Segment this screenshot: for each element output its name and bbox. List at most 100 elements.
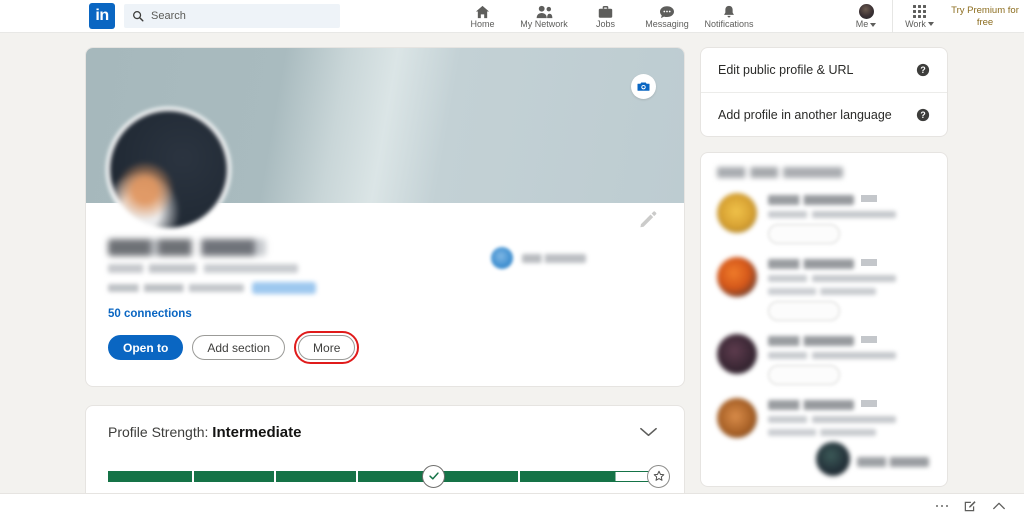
progress-segment	[108, 470, 192, 482]
profile-details: 50 connections Open to Add section More	[86, 203, 684, 386]
list-item[interactable]	[701, 398, 947, 442]
camera-icon	[637, 82, 650, 91]
nav-links: Home My Network Jobs Messaging Notificat…	[452, 0, 760, 33]
ellipsis-icon	[935, 504, 948, 508]
star-icon	[653, 470, 664, 481]
right-sidebar: Edit public profile & URL ? Add profile …	[700, 47, 948, 487]
add-section-button[interactable]: Add section	[192, 335, 286, 360]
contact-info-link-redacted[interactable]	[252, 282, 316, 294]
search-input[interactable]: Search	[124, 4, 340, 28]
people-icon	[536, 4, 553, 19]
nav-label-messaging: Messaging	[645, 19, 689, 29]
list-item-subtitle-redacted	[768, 275, 896, 282]
overlay-avatar-redacted	[816, 442, 850, 476]
edit-profile-pencil-icon[interactable]	[638, 209, 658, 229]
compose-button[interactable]	[963, 499, 977, 513]
people-also-viewed-title-redacted	[717, 167, 843, 178]
list-item[interactable]	[701, 257, 947, 321]
nav-label-my-network: My Network	[520, 19, 568, 29]
list-item-content-redacted	[768, 334, 933, 385]
work-text: Work	[905, 18, 926, 29]
bell-icon	[722, 4, 736, 19]
svg-text:?: ?	[920, 110, 925, 120]
list-item-degree-redacted	[861, 336, 877, 343]
progress-track	[108, 464, 670, 488]
sidebar-label-add-language: Add profile in another language	[718, 107, 892, 122]
sidebar-item-add-language[interactable]: Add profile in another language ?	[701, 92, 947, 136]
top-navigation-bar: in Search Home My Network Jobs Messaging…	[0, 0, 1024, 33]
nav-label-home: Home	[470, 19, 495, 29]
briefcase-icon	[598, 4, 613, 19]
avatar	[717, 398, 757, 438]
connections-link[interactable]: 50 connections	[108, 308, 192, 320]
list-item-name-redacted	[768, 195, 854, 205]
nav-item-my-network[interactable]: My Network	[513, 0, 575, 33]
nav-label-me: Me	[856, 20, 877, 29]
company-logo-redacted	[491, 247, 513, 269]
progress-check-marker[interactable]	[422, 464, 445, 488]
help-icon[interactable]: ?	[916, 63, 930, 77]
sidebar-label-edit-public-profile: Edit public profile & URL	[718, 63, 854, 77]
profile-strength-level: Intermediate	[212, 424, 302, 441]
chevron-down-icon	[870, 22, 877, 27]
nav-item-jobs[interactable]: Jobs	[575, 0, 636, 33]
chevron-down-icon	[927, 22, 934, 26]
list-item-subtitle-redacted	[768, 429, 876, 436]
progress-segment	[276, 470, 356, 482]
list-item-action-button-redacted[interactable]	[768, 224, 840, 244]
avatar	[717, 257, 757, 297]
list-item[interactable]	[701, 334, 947, 385]
profile-headline-redacted	[108, 264, 298, 273]
profile-location-row	[108, 282, 662, 294]
try-premium-link[interactable]: Try Premium for free	[946, 0, 1024, 33]
nav-label-jobs: Jobs	[595, 19, 615, 29]
progress-star-marker[interactable]	[647, 464, 670, 488]
more-button[interactable]: More	[298, 335, 356, 360]
more-options-button[interactable]	[935, 504, 948, 508]
list-item-name-row	[768, 336, 933, 352]
list-item-action-button-redacted[interactable]	[768, 301, 840, 321]
sidebar-item-edit-public-profile[interactable]: Edit public profile & URL ?	[701, 48, 947, 92]
list-item-name-redacted	[768, 336, 854, 346]
avatar	[717, 334, 757, 374]
more-button-highlight: More	[294, 331, 360, 364]
linkedin-logo[interactable]: in	[89, 3, 115, 29]
cover-photo[interactable]	[86, 48, 684, 232]
search-placeholder: Search	[151, 10, 186, 22]
list-item-content-redacted	[768, 193, 933, 244]
grid-icon	[913, 4, 926, 18]
list-item-name-redacted	[768, 259, 854, 269]
list-item[interactable]	[701, 193, 947, 244]
company-name-redacted	[522, 253, 586, 263]
nav-item-home[interactable]: Home	[452, 0, 513, 33]
profile-strength-heading: Profile Strength: Intermediate	[108, 424, 662, 441]
edit-cover-photo-button[interactable]	[631, 74, 656, 99]
nav-right-section: Me Work Try Premium for free	[840, 0, 1024, 33]
compose-icon	[964, 501, 976, 512]
list-item-action-button-redacted[interactable]	[768, 365, 840, 385]
browser-viewport: in Search Home My Network Jobs Messaging…	[0, 0, 1024, 517]
nav-item-me[interactable]: Me	[840, 0, 892, 33]
profile-settings-card: Edit public profile & URL ? Add profile …	[700, 47, 948, 137]
avatar	[717, 193, 757, 233]
nav-item-notifications[interactable]: Notifications	[698, 0, 760, 33]
help-icon[interactable]: ?	[916, 108, 930, 122]
profile-card: 50 connections Open to Add section More	[85, 47, 685, 387]
overlay-label-redacted	[857, 457, 929, 467]
nav-item-messaging[interactable]: Messaging	[636, 0, 698, 33]
nav-label-work: Work	[905, 18, 934, 29]
open-to-button[interactable]: Open to	[108, 335, 184, 360]
avatar	[858, 4, 874, 19]
list-item-content-redacted	[768, 398, 933, 442]
list-item-degree-redacted	[861, 259, 877, 266]
profile-strength-label: Profile Strength:	[108, 424, 209, 440]
nav-item-work[interactable]: Work	[892, 0, 946, 33]
chevron-down-icon[interactable]	[639, 426, 658, 438]
expand-button[interactable]	[992, 501, 1006, 511]
message-icon	[659, 4, 675, 19]
profile-location-redacted	[108, 284, 244, 292]
list-item-degree-redacted	[861, 400, 877, 407]
profile-strength-progress	[108, 464, 670, 488]
profile-action-buttons: Open to Add section More	[108, 331, 662, 386]
progress-segment	[194, 470, 274, 482]
